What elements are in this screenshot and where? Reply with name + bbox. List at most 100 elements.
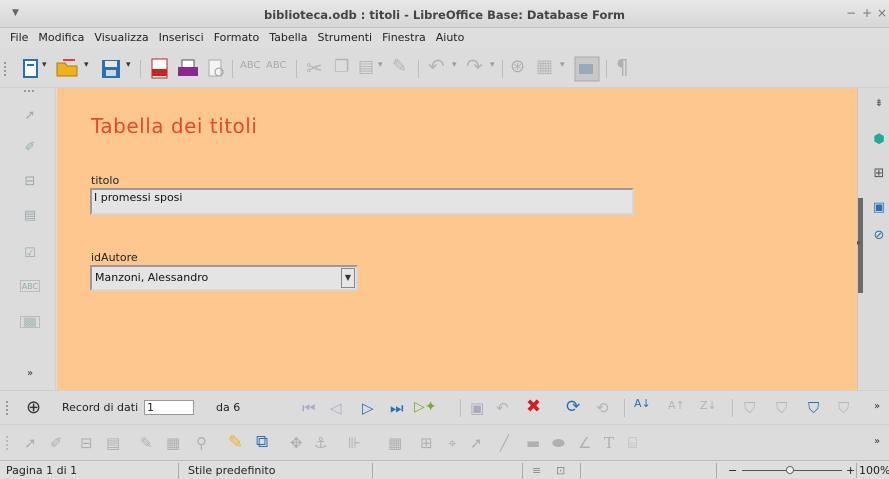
select-icon[interactable]: ➚ xyxy=(470,434,483,452)
next-record-icon[interactable]: ▷ xyxy=(362,399,374,417)
navbar-more-icon[interactable]: » xyxy=(874,401,880,412)
sidebar-menu-icon[interactable]: ⇟ xyxy=(870,98,888,116)
zoom-out-button[interactable]: − xyxy=(728,464,737,477)
select-pointer-icon[interactable]: ➚ xyxy=(20,108,40,126)
document-modified-icon[interactable]: ⊡ xyxy=(556,464,565,477)
print-preview-icon[interactable] xyxy=(206,58,226,80)
save-icon[interactable] xyxy=(100,58,122,80)
line-icon[interactable]: ╱ xyxy=(500,434,509,452)
menu-file[interactable]: File xyxy=(0,28,33,44)
titolo-field[interactable]: I promessi sposi xyxy=(90,188,634,215)
open-dropdown-icon[interactable]: ▾ xyxy=(84,60,89,70)
first-record-icon[interactable]: ⏮ xyxy=(302,399,316,417)
last-record-icon[interactable]: ⏭ xyxy=(390,399,404,417)
more-controls-icon[interactable]: » xyxy=(20,368,40,386)
menu-inserisci[interactable]: Inserisci xyxy=(154,28,209,44)
sidebar-collapse-icon[interactable]: ▸ xyxy=(857,238,861,247)
add-field-icon[interactable]: ⚲ xyxy=(196,434,207,452)
anchor-icon[interactable]: ⚓ xyxy=(314,434,327,452)
position-size-icon[interactable]: ✥ xyxy=(290,434,303,452)
sort-icon[interactable]: Z↓ xyxy=(700,399,717,412)
menu-finestra[interactable]: Finestra xyxy=(377,28,431,44)
refresh-control-icon[interactable]: ⟲ xyxy=(596,399,609,417)
design-mode-icon[interactable]: ✐ xyxy=(20,140,40,158)
apply-filter-icon[interactable]: ⛉ xyxy=(776,399,787,417)
menu-aiuto[interactable]: Aiuto xyxy=(431,28,470,44)
copy-icon[interactable]: ❐ xyxy=(334,57,349,77)
redo-dropdown-icon[interactable]: ▾ xyxy=(490,60,495,70)
chevron-down-icon[interactable]: ▼ xyxy=(341,268,355,288)
new-document-icon[interactable] xyxy=(22,58,40,80)
maximize-button[interactable]: + xyxy=(862,6,872,20)
check-box-icon[interactable]: ☑ xyxy=(20,246,40,264)
sort-descending-icon[interactable]: A↑ xyxy=(668,399,685,412)
table-icon[interactable]: ▦ xyxy=(536,56,553,77)
table-dropdown-icon[interactable]: ▾ xyxy=(560,60,565,70)
print-icon[interactable] xyxy=(176,58,200,80)
previous-record-icon[interactable]: ◁ xyxy=(330,399,342,417)
helplines-icon[interactable]: ⌖ xyxy=(448,434,456,452)
minimize-button[interactable]: − xyxy=(846,6,856,20)
formatted-field-icon[interactable]: ▒▒ xyxy=(20,316,40,328)
grid-icon[interactable]: ▦ xyxy=(166,434,180,452)
formatting-marks-icon[interactable]: ¶ xyxy=(616,55,629,79)
paste-icon[interactable]: ▤ xyxy=(358,57,374,77)
pointer-icon[interactable]: ➚ xyxy=(24,434,37,452)
snap-to-grid-icon[interactable]: ⊞ xyxy=(420,434,433,452)
refresh-icon[interactable]: ⟳ xyxy=(566,397,580,417)
form-design-icon[interactable]: ✎ xyxy=(140,434,153,452)
sort-ascending-icon[interactable]: A↓ xyxy=(634,397,651,410)
focus-control-icon[interactable]: ⧉ xyxy=(256,432,268,452)
control-wizards-icon[interactable]: ⊟ xyxy=(20,174,40,192)
selection-mode-icon[interactable]: ≡ xyxy=(532,464,541,477)
wizard-icon[interactable]: ⊟ xyxy=(80,434,93,452)
save-record-icon[interactable]: ▣ xyxy=(470,399,484,417)
tab-order-icon[interactable]: ▤ xyxy=(106,434,120,452)
text-tool-icon[interactable]: T xyxy=(604,434,614,452)
toolbar-more-icon[interactable]: » xyxy=(874,436,880,447)
delete-record-icon[interactable]: ✖ xyxy=(526,396,541,417)
display-grid-icon[interactable]: ▦ xyxy=(388,434,402,452)
menu-formato[interactable]: Formato xyxy=(209,28,265,44)
spelling-icon[interactable]: ABC xyxy=(240,60,261,71)
new-dropdown-icon[interactable]: ▾ xyxy=(42,60,47,70)
binoculars-icon[interactable]: ⊕ xyxy=(26,397,41,418)
align-icon[interactable]: ⊪ xyxy=(348,434,361,452)
curve-icon[interactable]: ∠ xyxy=(578,434,591,452)
design-toggle-icon[interactable]: ✐ xyxy=(50,434,63,452)
page-icon[interactable]: ⊞ xyxy=(870,166,888,184)
open-folder-icon[interactable] xyxy=(55,57,81,79)
standard-filter-icon[interactable]: ⛉ xyxy=(808,399,819,417)
zoom-slider-knob[interactable] xyxy=(786,466,794,474)
page-style-status[interactable]: Stile predefinito xyxy=(188,464,275,477)
properties-icon[interactable]: ⬢ xyxy=(870,132,888,150)
navigator-compass-icon[interactable]: ⊘ xyxy=(870,228,888,246)
menu-modifica[interactable]: Modifica xyxy=(33,28,89,44)
menu-tabella[interactable]: Tabella xyxy=(264,28,312,44)
ellipse-icon[interactable]: ⬬ xyxy=(552,434,565,452)
export-pdf-icon[interactable] xyxy=(150,57,170,81)
form-navigator-icon[interactable]: ▤ xyxy=(20,208,40,226)
undo-dropdown-icon[interactable]: ▾ xyxy=(452,60,457,70)
zoom-in-button[interactable]: + xyxy=(846,464,855,477)
gallery-icon[interactable]: ▣ xyxy=(870,200,888,218)
paste-dropdown-icon[interactable]: ▾ xyxy=(378,60,383,70)
autofilter-icon[interactable]: ⛉ xyxy=(744,399,755,417)
idautore-combo[interactable]: Manzoni, Alessandro ▼ xyxy=(90,265,358,291)
open-design-mode-icon[interactable]: ✎ xyxy=(228,432,243,453)
record-number-input[interactable]: 1 xyxy=(144,400,194,415)
redo-icon[interactable]: ↷ xyxy=(466,54,483,78)
text-box-icon[interactable]: ABC xyxy=(20,280,40,292)
zoom-level[interactable]: 100% xyxy=(859,464,889,477)
auto-spellcheck-icon[interactable]: ABC xyxy=(266,60,287,71)
toolbar-grip-icon[interactable] xyxy=(4,62,7,76)
undo-icon[interactable]: ↶ xyxy=(428,54,445,78)
navigator-icon[interactable]: ⊛ xyxy=(510,56,525,77)
new-record-icon[interactable]: ▷✦ xyxy=(414,399,437,415)
image-icon[interactable] xyxy=(574,56,600,82)
clone-formatting-icon[interactable]: ✎ xyxy=(392,56,407,77)
save-dropdown-icon[interactable]: ▾ xyxy=(126,60,131,70)
menu-visualizza[interactable]: Visualizza xyxy=(89,28,153,44)
callout-icon[interactable]: ⌸ xyxy=(628,434,637,452)
reset-filter-icon[interactable]: ⛉ xyxy=(838,399,849,417)
